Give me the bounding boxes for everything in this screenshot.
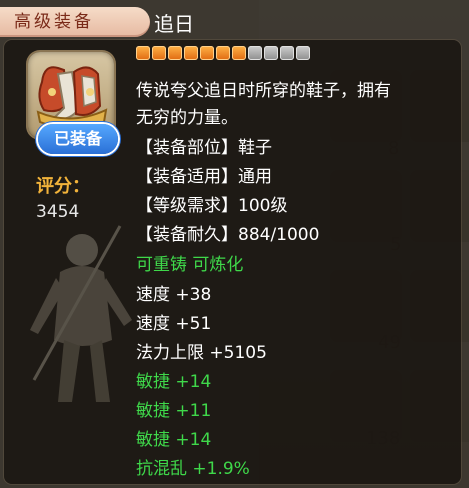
forge-dot-filled	[168, 46, 182, 60]
forge-dot-filled	[200, 46, 214, 60]
forge-dot-filled	[216, 46, 230, 60]
quality-label: 高级装备	[0, 7, 150, 37]
forge-dot-filled	[136, 46, 150, 60]
bonus-stat: 敏捷 +14	[136, 372, 212, 392]
item-name: 追日	[154, 12, 194, 36]
attribute-slot: 【装备部位】鞋子	[136, 138, 272, 158]
forge-dot-empty	[264, 46, 278, 60]
score-label: 评分：	[36, 176, 90, 197]
game-screen: 物品 8 5 49 138 高级装备 追日 已装备 评分： 3454	[0, 0, 469, 488]
forge-dot-empty	[280, 46, 294, 60]
bonus-stat: 敏捷 +14	[136, 430, 212, 450]
item-tooltip: 高级装备 追日 已装备 评分： 3454 传说夸父追日时所穿的鞋子，拥有 无穷的…	[0, 0, 469, 488]
forge-dot-filled	[152, 46, 166, 60]
description-line: 传说夸父追日时所穿的鞋子，拥有	[136, 81, 391, 101]
score-value: 3454	[36, 202, 80, 222]
forge-level	[136, 46, 312, 64]
bonus-stat: 敏捷 +11	[136, 401, 212, 421]
attribute-level: 【等级需求】100级	[136, 196, 288, 216]
base-stat: 速度 +51	[136, 314, 212, 334]
base-stat: 速度 +38	[136, 285, 212, 305]
forge-dot-filled	[232, 46, 246, 60]
attribute-durability: 【装备耐久】884/1000	[136, 225, 320, 245]
base-stat: 法力上限 +5105	[136, 343, 267, 363]
equipped-badge: 已装备	[38, 124, 118, 154]
forge-dot-filled	[184, 46, 198, 60]
description-line: 无穷的力量。	[136, 108, 238, 128]
item-flags: 可重铸 可炼化	[136, 255, 244, 275]
attribute-usage: 【装备适用】通用	[136, 167, 272, 187]
forge-dot-empty	[248, 46, 262, 60]
bonus-stat: 抗混乱 +1.9%	[136, 459, 250, 479]
forge-dot-empty	[296, 46, 310, 60]
character-silhouette	[20, 220, 136, 410]
